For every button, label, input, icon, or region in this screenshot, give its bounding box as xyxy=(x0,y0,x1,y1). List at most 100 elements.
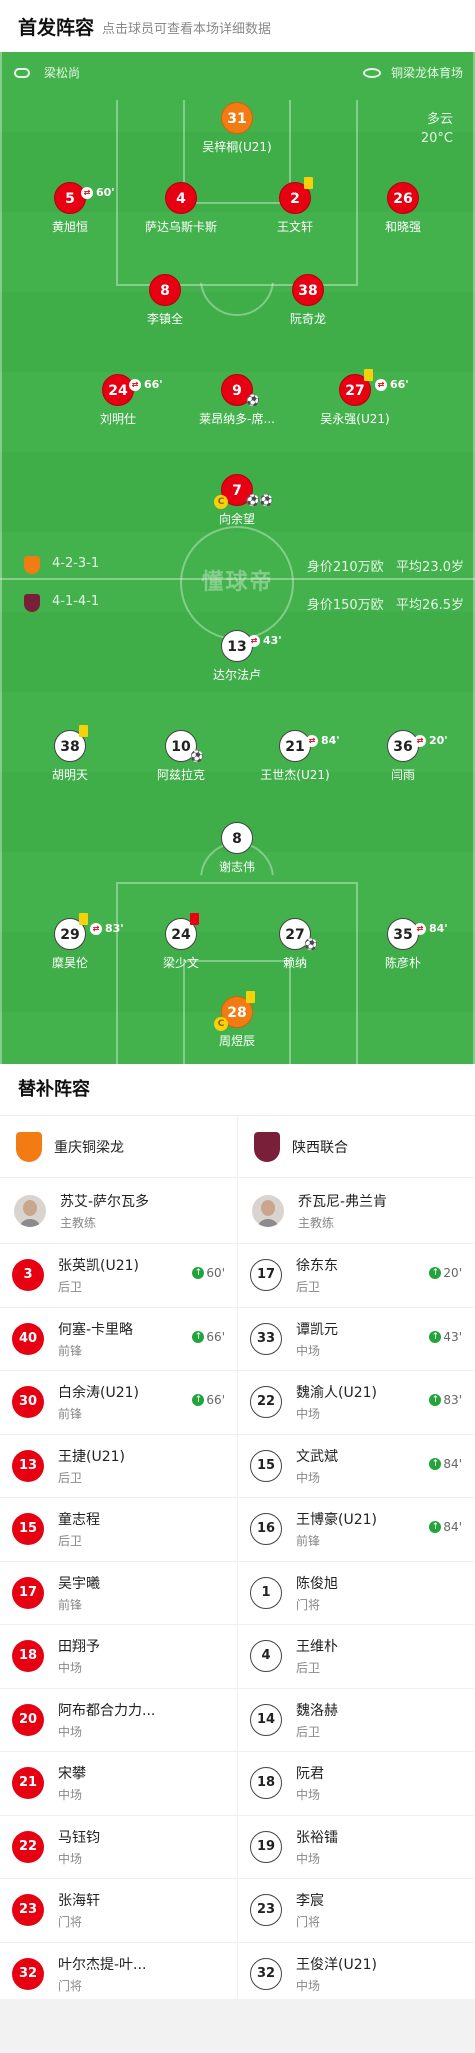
player-position: 中场 xyxy=(58,1851,83,1866)
weather-temp: 20°C xyxy=(420,131,453,146)
player-8-away[interactable]: 8 谢志伟 xyxy=(177,822,297,875)
player-name: 王博豪(U21) xyxy=(296,1512,377,1529)
player-name: 张英凯(U21) xyxy=(58,1258,139,1275)
player-position: 中场 xyxy=(296,1407,321,1422)
player-position: 后卫 xyxy=(296,1661,321,1676)
player-position: 中场 xyxy=(58,1788,83,1803)
player-4[interactable]: 4 萨达乌斯卡斯 xyxy=(121,182,241,235)
player-26[interactable]: 26 和晓强 xyxy=(343,182,463,235)
player-36-away[interactable]: 36 ⇄ 20' 闫雨 xyxy=(343,730,463,783)
sub-player-row[interactable]: 32 王俊洋(U21) 中场 xyxy=(238,1943,474,2006)
sub-player-row[interactable]: 17 吴宇曦 前锋 xyxy=(0,1562,237,1625)
coach-avatar xyxy=(14,1194,46,1227)
shirt-number: 22 xyxy=(12,1830,44,1863)
home-team-logo-icon xyxy=(16,1131,42,1162)
player-2[interactable]: 2 王文轩 xyxy=(235,177,355,235)
sub-player-row[interactable]: 18 田翔予 中场 xyxy=(0,1625,237,1689)
player-name: 何塞-卡里略 xyxy=(58,1321,134,1338)
player-name: 文武斌 xyxy=(296,1448,338,1465)
sub-player-row[interactable]: 1 陈俊旭 门将 xyxy=(238,1562,474,1625)
arrow-up-icon: ↑ xyxy=(192,1330,205,1343)
player-position: 中场 xyxy=(58,1661,83,1676)
shirt-number: 18 xyxy=(12,1640,44,1673)
shirt-number: 15 xyxy=(12,1513,44,1546)
player-29-away[interactable]: 29 ⇄ 83' 糜昊伦 xyxy=(10,913,130,971)
whistle-icon xyxy=(14,67,30,78)
sub-player-row[interactable]: 30 白余涛(U21) 前锋 ↑ 66' xyxy=(0,1371,237,1435)
sub-player-row[interactable]: 4 王维朴 后卫 xyxy=(238,1625,474,1689)
sub-player-row[interactable]: 20 阿布都合力力... 中场 xyxy=(0,1689,237,1752)
sub-player-row[interactable]: 15 童志程后卫 xyxy=(0,1498,237,1562)
sub-off-icon: ⇄ 20' xyxy=(414,725,448,757)
player-10-away[interactable]: 10 ⚽ 阿兹拉克 xyxy=(121,730,241,783)
player-position: 后卫 xyxy=(58,1534,83,1549)
sub-player-row[interactable]: 22 魏渝人(U21) 中场 ↑ 83' xyxy=(238,1371,474,1435)
player-38-away[interactable]: 38 胡明天 xyxy=(10,725,130,783)
captain-icon: C xyxy=(214,1017,228,1031)
player-24-away[interactable]: 24 梁少文 xyxy=(121,913,241,971)
sub-player-row[interactable]: 32 叶尔杰提-叶... 门将 xyxy=(0,1943,237,2006)
weather: 多云 20°C xyxy=(421,110,453,148)
sub-on-time: ↑ 66' xyxy=(192,1330,225,1344)
shirt-number: 14 xyxy=(250,1703,282,1736)
sub-player-row[interactable]: 14 魏洛赫 后卫 xyxy=(238,1689,474,1752)
sub-player-row[interactable]: 33 谭凯元 中场 ↑ 43' xyxy=(238,1308,474,1371)
player-8[interactable]: 8 李镇全 xyxy=(105,274,225,327)
player-28-away[interactable]: 28 C 周煜辰 xyxy=(177,991,297,1049)
player-position: 门将 xyxy=(58,1978,83,1993)
sub-player-row[interactable]: 23 张海轩 门将 xyxy=(0,1879,237,1943)
sub-player-row[interactable]: 40 何塞-卡里略 前锋 ↑ 66' xyxy=(0,1308,237,1371)
player-name: 魏渝人(U21) xyxy=(296,1385,377,1402)
player-7[interactable]: 7 C ⚽⚽ 向余望 xyxy=(177,474,297,527)
home-coach[interactable]: 苏艾-萨尔瓦多 主教练 xyxy=(0,1178,237,1244)
home-team-header[interactable]: 重庆铜梁龙 xyxy=(0,1116,237,1178)
player-24[interactable]: 24 ⇄ 66' 刘明仕 xyxy=(58,374,178,427)
goal-icon: ⚽⚽ xyxy=(246,494,274,507)
sub-player-row[interactable]: 17 徐东东 后卫 ↑ 20' xyxy=(238,1244,474,1308)
lineup-header: 首发阵容 点击球员可查看本场详细数据 xyxy=(0,0,475,52)
shirt-number: 4 xyxy=(250,1640,282,1673)
home-stats: 身价210万欧 平均23.0岁 xyxy=(306,560,464,575)
player-name: 吴宇曦 xyxy=(58,1575,100,1592)
sub-player-row[interactable]: 16 王博豪(U21) 前锋 ↑ 84' xyxy=(238,1498,474,1562)
away-coach[interactable]: 乔瓦尼-弗兰肯 主教练 xyxy=(238,1178,474,1244)
shirt-number: 21 xyxy=(12,1767,44,1800)
sub-off-icon: ⇄ 66' xyxy=(375,369,409,401)
sub-player-row[interactable]: 15 文武斌 中场 ↑ 84' xyxy=(238,1435,474,1498)
player-name: 王俊洋(U21) xyxy=(296,1956,377,1973)
red-card-icon xyxy=(190,913,199,925)
player-5[interactable]: 5 ⇄ 60' 黄旭恒 xyxy=(10,182,130,235)
sub-off-icon: ⇄ 43' xyxy=(248,625,282,657)
player-27[interactable]: 27 ⇄ 66' 吴永强(U21) xyxy=(295,369,415,427)
venue-bar: 梁松尚 铜梁龙体育场 xyxy=(0,64,475,86)
player-name: 张海轩 xyxy=(58,1893,100,1910)
shirt-number: 18 xyxy=(250,1767,282,1800)
pitch: 懂球帝 梁松尚 铜梁龙体育场 多云 20°C 31 吴梓桐(U21) 5 ⇄ 60'… xyxy=(0,52,475,1064)
yellow-card-icon xyxy=(246,991,255,1003)
sub-player-row[interactable]: 21 宋攀 中场 xyxy=(0,1752,237,1816)
player-21-away[interactable]: 21 ⇄ 84' 王世杰(U21) xyxy=(235,730,355,783)
sub-player-row[interactable]: 13 王捷(U21) 后卫 xyxy=(0,1435,237,1498)
shirt-number: 16 xyxy=(250,1513,282,1546)
sub-off-icon: ⇄ 84' xyxy=(306,725,340,757)
sub-player-row[interactable]: 18 阮君 中场 xyxy=(238,1752,474,1816)
sub-on-time: ↑ 43' xyxy=(429,1330,462,1344)
sub-player-row[interactable]: 19 张裕镭 中场 xyxy=(238,1816,474,1879)
sub-on-time: ↑ 66' xyxy=(192,1393,225,1407)
sub-player-row[interactable]: 22 马钰钧 中场 xyxy=(0,1816,237,1879)
sub-player-row[interactable]: 3 张英凯(U21) 后卫 ↑ 60' xyxy=(0,1244,237,1308)
player-name: 童志程 xyxy=(58,1512,100,1529)
sub-player-row[interactable]: 23 李宸 门将 xyxy=(238,1879,474,1943)
player-35-away[interactable]: 35 ⇄ 84' 陈彦朴 xyxy=(343,918,463,971)
sub-on-time: ↑ 20' xyxy=(429,1266,462,1280)
player-9[interactable]: 9 ⚽ 莱昂纳多-席... xyxy=(177,374,297,427)
sub-on-time: ↑ 84' xyxy=(429,1520,462,1534)
player-38[interactable]: 38 阮奇龙 xyxy=(248,274,368,327)
player-31[interactable]: 31 吴梓桐(U21) xyxy=(177,102,297,155)
substitutes-title: 替补阵容 xyxy=(0,1064,475,1116)
away-team-header[interactable]: 陕西联合 xyxy=(238,1116,474,1178)
shirt-number: 30 xyxy=(12,1386,44,1419)
player-13-away[interactable]: 13 ⇄ 43' 达尔法卢 xyxy=(177,630,297,683)
player-name: 阮君 xyxy=(296,1766,324,1783)
player-27-away[interactable]: 27 ⚽ 赖纳 xyxy=(235,918,355,971)
